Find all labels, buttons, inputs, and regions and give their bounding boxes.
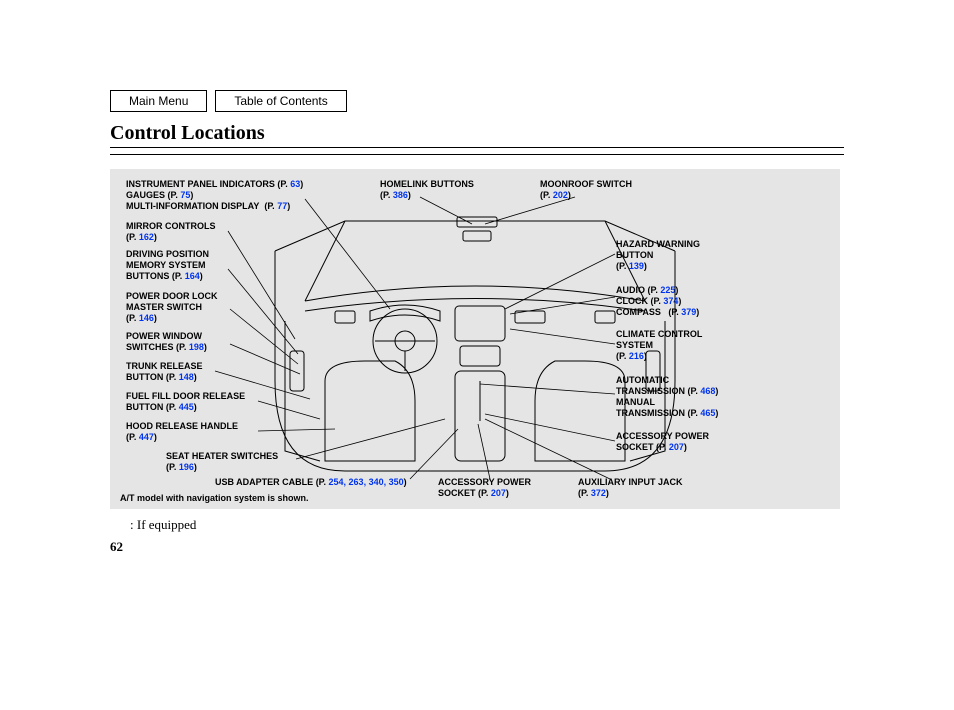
page-ref[interactable]: 198: [189, 342, 204, 352]
page-ref[interactable]: 164: [185, 271, 200, 281]
nav-buttons: Main Menu Table of Contents: [110, 90, 844, 112]
page-ref[interactable]: 146: [139, 313, 154, 323]
page-number: 62: [110, 539, 844, 555]
page-ref[interactable]: 63: [290, 179, 300, 189]
label-moonroof: MOONROOF SWITCH (P. 202): [540, 179, 632, 201]
diagram: INSTRUMENT PANEL INDICATORS (P. 63) GAUG…: [110, 169, 840, 509]
label-trunk-release: TRUNK RELEASE BUTTON (P. 148): [126, 361, 203, 383]
title-rule: [110, 154, 844, 155]
label-homelink: HOMELINK BUTTONS (P. 386): [380, 179, 474, 201]
label-fuel-fill: FUEL FILL DOOR RELEASE BUTTON (P. 445): [126, 391, 245, 413]
dashboard-sketch: [265, 211, 685, 481]
page-ref[interactable]: 465: [700, 408, 715, 418]
toc-button[interactable]: Table of Contents: [215, 90, 346, 112]
label-driving-position: DRIVING POSITION MEMORY SYSTEM BUTTONS (…: [126, 249, 209, 282]
if-equipped-note: : If equipped: [130, 517, 844, 533]
label-mirror-controls: MIRROR CONTROLS (P. 162): [126, 221, 216, 243]
page-ref[interactable]: 162: [139, 232, 154, 242]
label-hood-release: HOOD RELEASE HANDLE (P. 447): [126, 421, 238, 443]
page-ref[interactable]: 75: [180, 190, 190, 200]
label-power-window: POWER WINDOW SWITCHES (P. 198): [126, 331, 207, 353]
page-ref[interactable]: 207: [491, 488, 506, 498]
page-ref[interactable]: 447: [139, 432, 154, 442]
page-ref[interactable]: 372: [591, 488, 606, 498]
page-ref[interactable]: 386: [393, 190, 408, 200]
label-seat-heater: SEAT HEATER SWITCHES (P. 196): [166, 451, 278, 473]
page-ref[interactable]: 445: [179, 402, 194, 412]
page-ref[interactable]: 202: [553, 190, 568, 200]
page-ref[interactable]: 77: [277, 201, 287, 211]
page-title: Control Locations: [110, 122, 844, 148]
label-door-lock: POWER DOOR LOCK MASTER SWITCH (P. 146): [126, 291, 218, 324]
page-ref[interactable]: 468: [700, 386, 715, 396]
page-ref[interactable]: 196: [179, 462, 194, 472]
footnote-model: A/T model with navigation system is show…: [120, 493, 309, 503]
label-instrument-panel: INSTRUMENT PANEL INDICATORS (P. 63) GAUG…: [126, 179, 303, 212]
main-menu-button[interactable]: Main Menu: [110, 90, 207, 112]
page-ref[interactable]: 148: [179, 372, 194, 382]
